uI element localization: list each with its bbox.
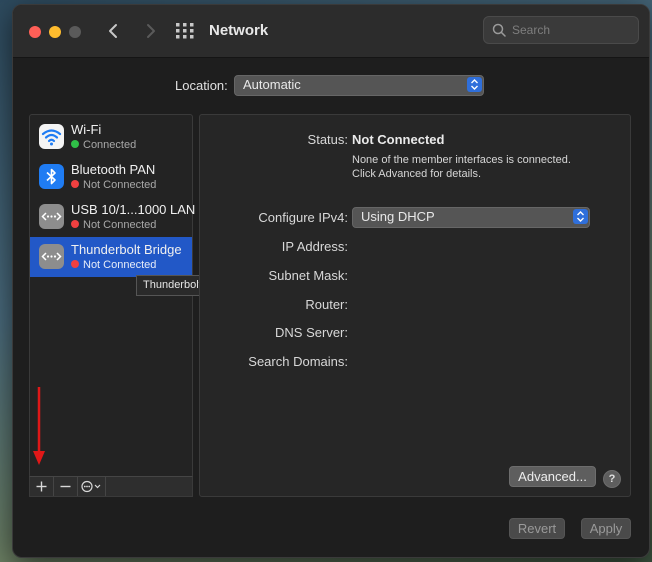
search-field[interactable] xyxy=(483,16,639,44)
dns-server-label: DNS Server: xyxy=(275,325,348,340)
location-row: Location: Automatic xyxy=(13,75,649,99)
minus-icon xyxy=(60,485,71,488)
chevron-right-icon xyxy=(147,24,155,38)
advanced-button[interactable]: Advanced... xyxy=(509,466,596,487)
service-item-wifi[interactable]: Wi-Fi Connected xyxy=(30,117,192,157)
status-dot-icon xyxy=(71,180,79,188)
red-arrow-icon xyxy=(33,387,45,465)
status-dot-icon xyxy=(71,220,79,228)
status-description: None of the member interfaces is connect… xyxy=(352,154,571,166)
add-service-button[interactable] xyxy=(30,477,54,496)
ethernet-icon xyxy=(39,244,64,269)
apply-button[interactable]: Apply xyxy=(581,518,631,539)
close-window-button[interactable] xyxy=(29,26,41,38)
service-detail-panel: Status: Not Connected None of the member… xyxy=(199,114,631,497)
service-name: USB 10/1...1000 LAN xyxy=(71,202,196,217)
show-all-button[interactable] xyxy=(175,22,195,40)
service-status: Not Connected xyxy=(71,179,156,191)
minimize-window-button[interactable] xyxy=(49,26,61,38)
updown-chevron-icon xyxy=(573,209,588,224)
help-button[interactable]: ? xyxy=(603,470,621,488)
ethernet-icon xyxy=(39,204,64,229)
service-status: Not Connected xyxy=(71,219,156,231)
grid-icon xyxy=(176,23,194,39)
subnet-mask-label: Subnet Mask: xyxy=(268,268,349,283)
status-label: Status: xyxy=(307,132,348,147)
service-status: Connected xyxy=(71,139,136,151)
ip-address-label: IP Address: xyxy=(281,239,348,254)
service-name: Thunderbolt Bridge xyxy=(71,242,182,257)
wifi-icon xyxy=(39,124,64,149)
service-name: Bluetooth PAN xyxy=(71,162,156,177)
service-item-thunderbolt-bridge[interactable]: Thunderbolt Bridge Not Connected xyxy=(30,237,192,277)
action-menu-button[interactable] xyxy=(78,477,106,496)
service-item-bluetooth-pan[interactable]: Bluetooth PAN Not Connected xyxy=(30,157,192,197)
configure-ipv4-value: Using DHCP xyxy=(361,209,435,224)
bluetooth-icon xyxy=(39,164,64,189)
network-preferences-window: Network Location: Automatic xyxy=(12,4,650,558)
location-value: Automatic xyxy=(243,77,301,92)
status-description: Click Advanced for details. xyxy=(352,168,482,180)
search-input[interactable] xyxy=(510,20,634,40)
search-domains-label: Search Domains: xyxy=(248,354,348,369)
updown-chevron-icon xyxy=(467,77,482,92)
router-label: Router: xyxy=(305,297,348,312)
service-status: Not Connected xyxy=(71,259,156,271)
status-value: Not Connected xyxy=(352,132,445,147)
status-dot-icon xyxy=(71,140,79,148)
zoom-window-button[interactable] xyxy=(69,26,81,38)
service-name: Wi-Fi xyxy=(71,122,102,137)
configure-ipv4-label: Configure IPv4: xyxy=(258,210,348,225)
window-title: Network xyxy=(209,22,269,39)
remove-service-button[interactable] xyxy=(54,477,78,496)
forward-button[interactable] xyxy=(139,19,161,43)
search-icon xyxy=(492,23,506,37)
service-item-usb-lan[interactable]: USB 10/1...1000 LAN Not Connected xyxy=(30,197,196,237)
back-button[interactable] xyxy=(103,19,125,43)
configure-ipv4-select[interactable]: Using DHCP xyxy=(352,207,590,228)
plus-icon xyxy=(36,481,47,492)
title-bar: Network xyxy=(13,5,649,58)
location-select[interactable]: Automatic xyxy=(234,75,484,96)
location-label: Location: xyxy=(175,78,228,93)
service-list-toolbar xyxy=(29,476,193,497)
service-list: Wi-Fi Connected Bluetooth PAN Not Connec… xyxy=(29,114,196,478)
ellipsis-circle-icon xyxy=(81,480,101,493)
chevron-left-icon xyxy=(109,24,117,38)
status-dot-icon xyxy=(71,260,79,268)
revert-button[interactable]: Revert xyxy=(509,518,565,539)
